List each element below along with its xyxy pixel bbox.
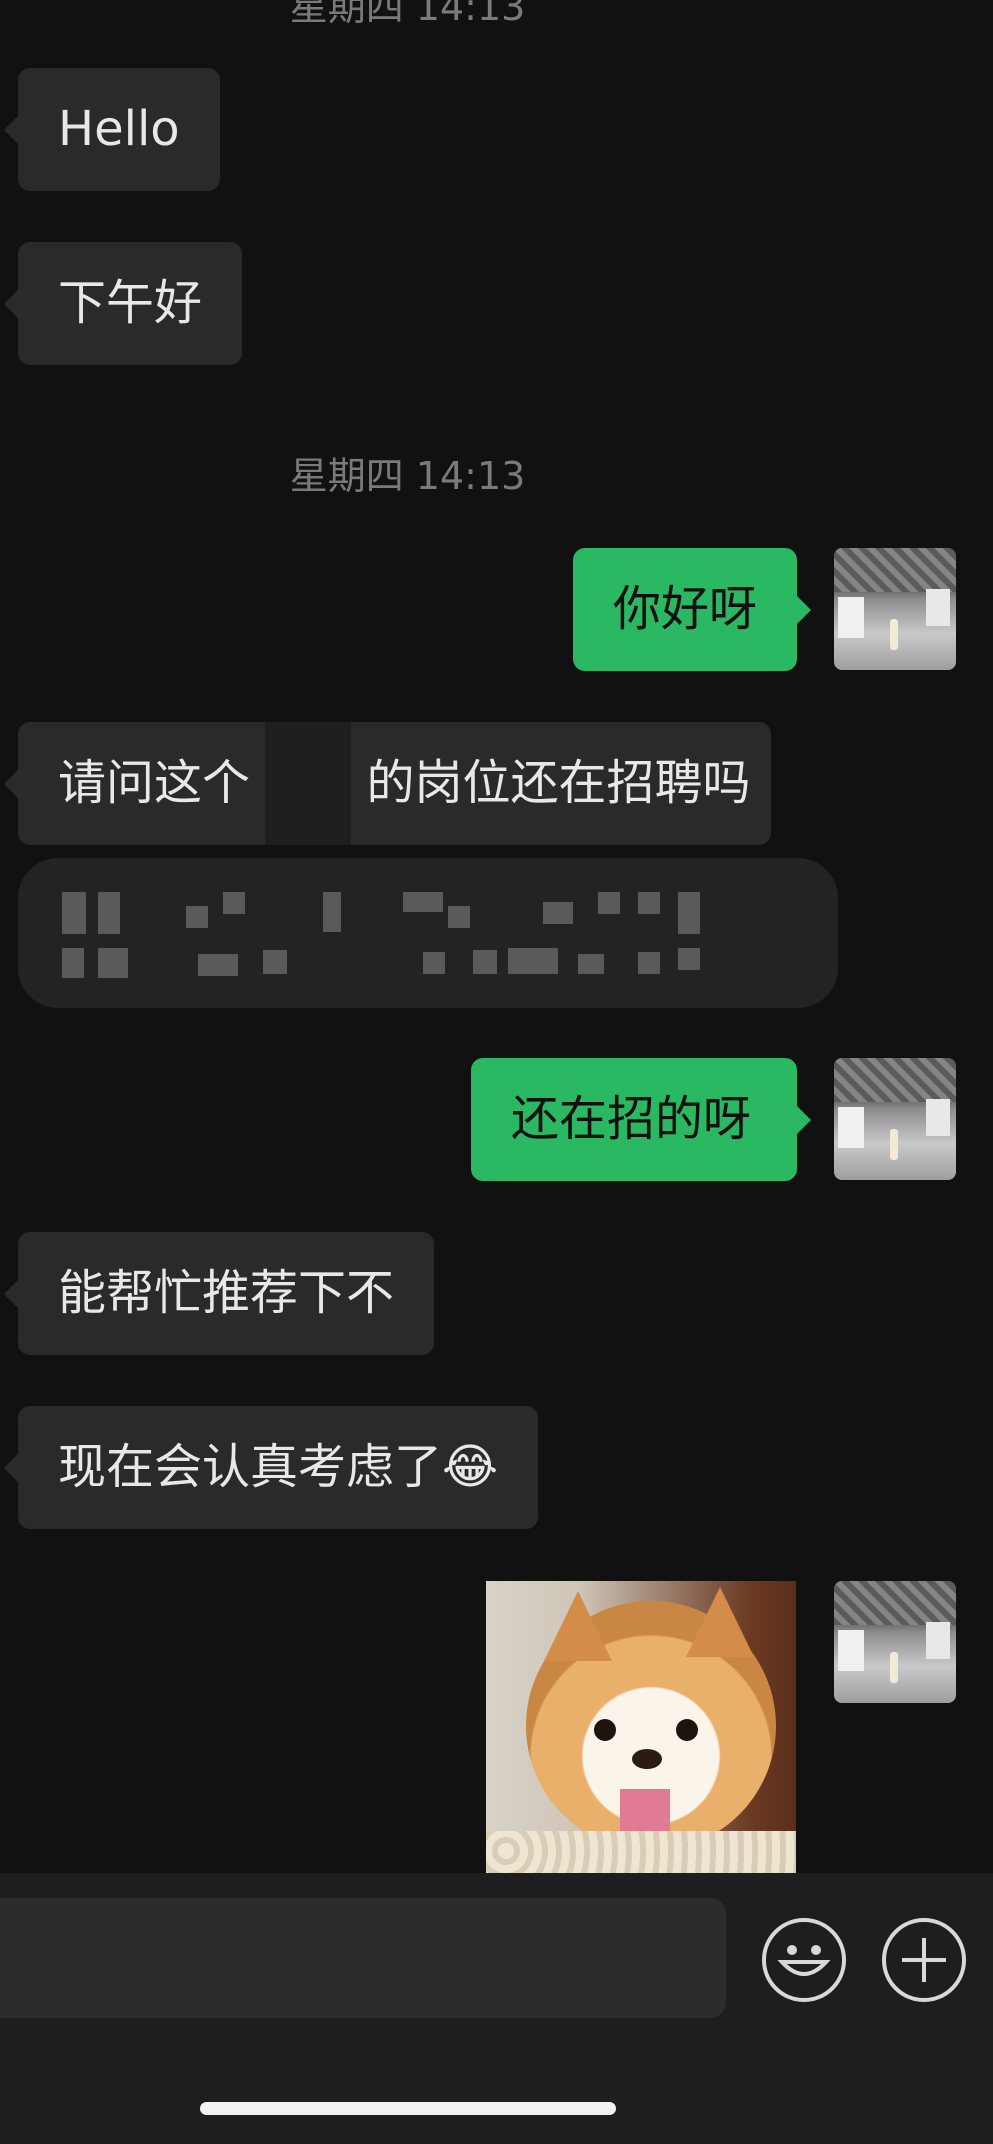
avatar[interactable]: [834, 548, 956, 670]
top-timestamp: 星期四 14:13: [289, 0, 526, 29]
smiley-face-icon: [777, 1945, 831, 1976]
chat-timestamp: 星期四 14:13: [289, 454, 526, 498]
emoji-button[interactable]: [762, 1918, 846, 2002]
avatar[interactable]: [834, 1058, 956, 1180]
incoming-message[interactable]: 现在会认真考虑了😂: [3, 1406, 539, 1529]
incoming-message[interactable]: Hello: [4, 68, 220, 191]
incoming-message[interactable]: 下午好: [3, 242, 243, 365]
blurred-message[interactable]: [18, 858, 838, 1008]
message-text: 你好呀: [613, 581, 758, 637]
plus-circle-icon: [902, 1938, 946, 1982]
message-text: 还在招的呀: [511, 1091, 752, 1147]
plus-button[interactable]: [882, 1918, 966, 2002]
incoming-message[interactable]: 能帮忙推荐下不: [3, 1232, 435, 1355]
avatar[interactable]: [834, 1581, 956, 1703]
dog-sticker-image[interactable]: [486, 1581, 796, 1873]
redacted-block: [265, 722, 352, 845]
message-text: 现在会认真考虑了😂: [58, 1439, 499, 1495]
home-indicator[interactable]: [200, 2102, 616, 2115]
message-text: 下午好: [58, 275, 203, 331]
message-text: Hello: [58, 101, 180, 157]
message-text: 能帮忙推荐下不: [58, 1265, 395, 1321]
message-text: 请问这个: [58, 755, 251, 811]
message-text: 的岗位还在招聘吗: [366, 755, 751, 811]
outgoing-message[interactable]: 你好呀: [573, 548, 811, 671]
incoming-message[interactable]: 请问这个 的岗位还在招聘吗: [4, 722, 771, 845]
message-input[interactable]: [0, 1898, 726, 2018]
outgoing-message[interactable]: 还在招的呀: [471, 1058, 811, 1181]
